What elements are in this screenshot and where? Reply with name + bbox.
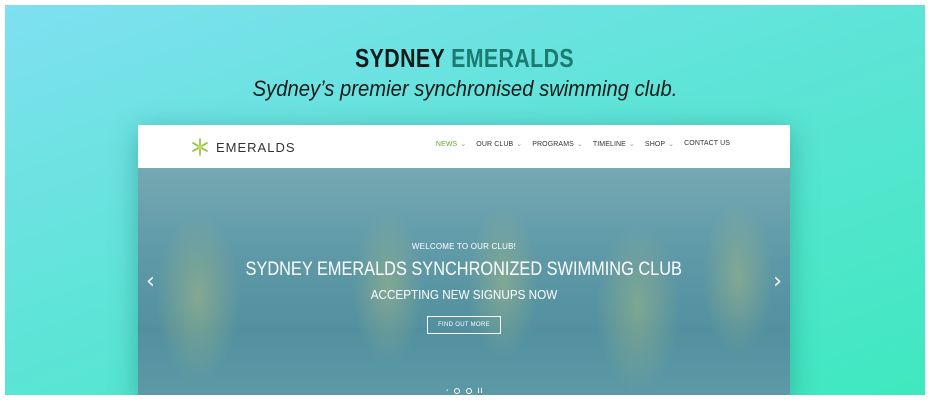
chevron-down-icon: ⌄: [668, 141, 675, 148]
find-out-more-button[interactable]: FIND OUT MORE: [427, 316, 501, 334]
hero-title: SYDNEY EMERALDS SYNCHRONIZED SWIMMING CL…: [245, 259, 683, 280]
hero-subtitle: ACCEPTING NEW SIGNUPS NOW: [370, 287, 558, 302]
menu-item-programs[interactable]: PROGRAMS ⌄: [532, 140, 583, 148]
menu-label: TIMELINE: [592, 141, 626, 148]
menu-item-our-club[interactable]: OUR CLUB ⌄: [476, 140, 522, 148]
page-title: SYDNEY EMERALDS: [355, 43, 574, 74]
pause-icon[interactable]: [478, 388, 483, 393]
slider-prev-dot[interactable]: ›: [446, 387, 448, 394]
chevron-down-icon: ⌄: [460, 141, 467, 148]
tagline: Sydney’s premier synchronised swimming c…: [252, 76, 678, 101]
slider-dot[interactable]: [466, 387, 473, 394]
chevron-down-icon: ⌄: [628, 141, 635, 148]
title-word-sydney: SYDNEY: [355, 43, 446, 73]
main-menu: NEWS ⌄ OUR CLUB ⌄ PROGRAMS ⌄ TIMELINE ⌄ SHOP…: [436, 140, 730, 148]
title-word-emeralds: EMERALDS: [451, 43, 575, 73]
menu-label: SHOP: [644, 141, 666, 148]
menu-label: OUR CLUB: [476, 141, 514, 148]
menu-label: PROGRAMS: [532, 141, 574, 148]
hero-kicker: WELCOME TO OUR CLUB!: [411, 242, 517, 251]
menu-item-news[interactable]: NEWS ⌄: [436, 140, 466, 148]
slider-dot[interactable]: [454, 387, 461, 394]
hero-content: WELCOME TO OUR CLUB! SYDNEY EMERALDS SYN…: [138, 242, 790, 334]
menu-item-timeline[interactable]: TIMELINE ⌄: [593, 140, 635, 148]
menu-item-contact-us[interactable]: CONTACT US: [684, 140, 730, 148]
site-logo[interactable]: EMERALDS: [190, 137, 296, 157]
website-preview: EMERALDS NEWS ⌄ OUR CLUB ⌄ PROGRAMS ⌄ TIMEL…: [138, 125, 790, 395]
star-flower-icon: [192, 138, 208, 156]
promo-banner: SYDNEY EMERALDS Sydney’s premier synchro…: [5, 5, 925, 395]
chevron-down-icon: ⌄: [516, 141, 523, 148]
menu-label: CONTACT US: [684, 140, 730, 147]
site-navbar: EMERALDS NEWS ⌄ OUR CLUB ⌄ PROGRAMS ⌄ TIMEL…: [138, 125, 790, 169]
chevron-down-icon: ⌄: [576, 141, 583, 148]
headline: SYDNEY EMERALDS Sydney’s premier synchro…: [5, 43, 925, 102]
slider-pagination: ›: [446, 387, 483, 394]
logo-text: EMERALDS: [216, 139, 296, 155]
menu-label: NEWS: [435, 141, 458, 148]
menu-item-shop[interactable]: SHOP ⌄: [645, 140, 674, 148]
hero-slider: ‹ › WELCOME TO OUR CLUB! SYDNEY EMERALDS…: [138, 168, 790, 395]
